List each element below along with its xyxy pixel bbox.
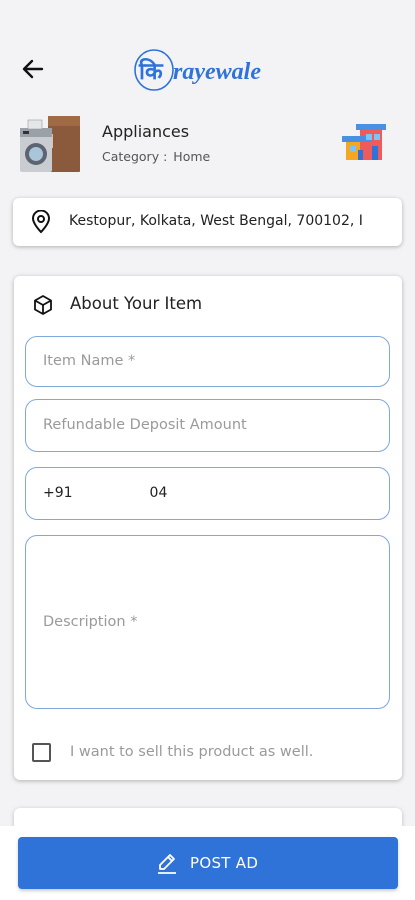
phone-input[interactable]: +91 04 [25,467,390,520]
logo-word: rayewale [173,59,261,85]
about-item-card: About Your Item Item Name * Refundable D… [14,276,402,780]
category-name: Appliances [102,122,190,141]
cube-icon [34,295,52,315]
deposit-amount-input[interactable]: Refundable Deposit Amount [25,399,390,452]
category-label: Category : [102,149,168,164]
location-selector[interactable]: Kestopur, Kolkata, West Bengal, 700102, … [13,198,402,246]
appliances-image [20,116,80,172]
brand-logo: कि rayewale [134,49,261,91]
item-name-input[interactable]: Item Name * [25,336,390,387]
location-address: Kestopur, Kolkata, West Bengal, 700102, … [69,213,363,229]
post-ad-screen: कि rayewale Appliances Category : Home K… [0,0,415,900]
phone-suffix: 04 [149,485,168,501]
card-title: About Your Item [70,294,203,313]
sell-checkbox-label: I want to sell this product as well. [70,744,314,760]
house-icon [342,124,386,160]
category-row: Appliances Category : Home [0,112,415,176]
app-header: कि rayewale [0,40,415,100]
sell-checkbox[interactable] [32,743,51,762]
description-textarea[interactable]: Description * [25,535,390,709]
description-placeholder: Description * [43,614,138,630]
post-ad-button[interactable]: POST AD [18,837,398,889]
arrow-left-icon[interactable] [20,56,46,82]
pencil-icon [158,854,176,874]
deposit-placeholder: Refundable Deposit Amount [43,417,247,433]
category-value: Home [173,149,211,164]
phone-prefix: +91 [43,485,73,501]
phone-value: +91 04 [43,485,167,501]
bottom-action-bar: POST AD [0,826,415,900]
map-pin-icon [31,210,51,234]
category-subtitle: Category : Home [102,149,210,164]
logo-prefix: कि [138,57,164,85]
post-ad-label: POST AD [190,854,259,872]
item-name-placeholder: Item Name * [43,353,136,369]
